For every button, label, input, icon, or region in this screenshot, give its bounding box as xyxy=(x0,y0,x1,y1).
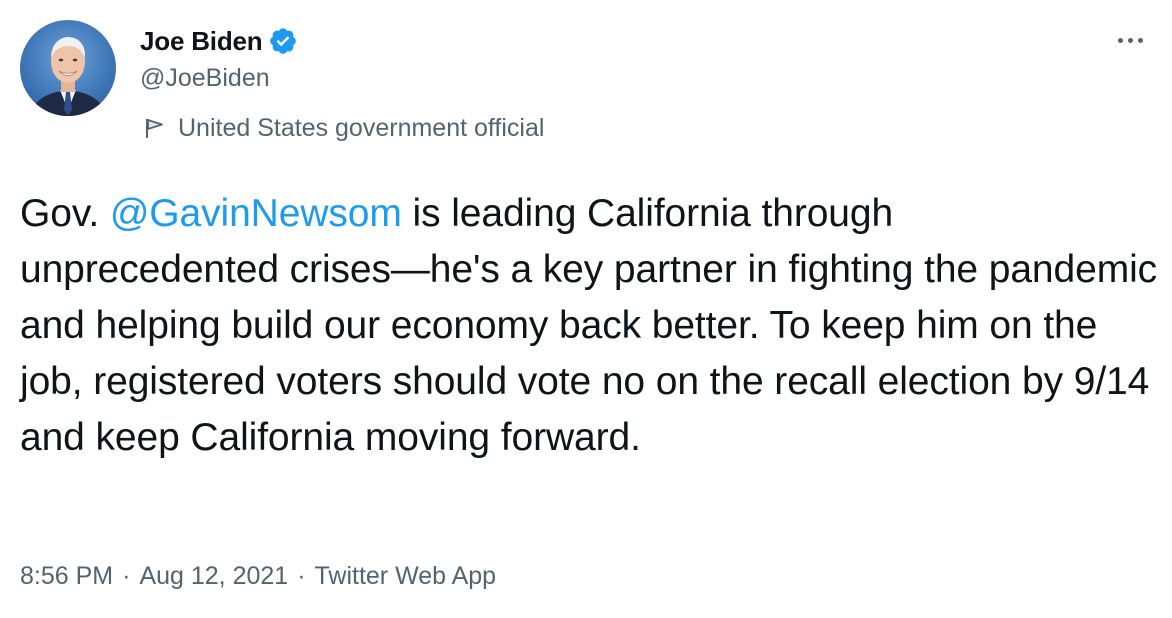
author-handle[interactable]: @JoeBiden xyxy=(140,64,270,93)
account-label-text: United States government official xyxy=(178,113,545,142)
account-label: United States government official xyxy=(144,112,544,144)
tweet-text: Gov. @GavinNewsom is leading California … xyxy=(20,186,1160,466)
avatar-portrait xyxy=(30,37,106,116)
more-options-icon[interactable] xyxy=(1110,28,1150,52)
tweet-date[interactable]: Aug 12, 2021 xyxy=(139,562,288,591)
avatar[interactable] xyxy=(20,20,116,116)
author-name-row: Joe Biden xyxy=(140,24,298,58)
mention-link[interactable]: @GavinNewsom xyxy=(110,192,402,235)
tweet-source[interactable]: Twitter Web App xyxy=(315,562,497,591)
tweet-metadata: 8:56 PM · Aug 12, 2021 · Twitter Web App xyxy=(20,558,496,594)
flag-icon xyxy=(144,117,166,139)
meta-separator: · xyxy=(297,561,306,590)
tweet-card: Joe Biden @JoeBiden United States govern… xyxy=(0,0,1172,618)
meta-separator: · xyxy=(122,561,131,590)
tweet-text-prefix: Gov. xyxy=(20,192,110,235)
tweet-time[interactable]: 8:56 PM xyxy=(20,562,113,591)
author-display-name[interactable]: Joe Biden xyxy=(140,26,263,57)
verified-badge-icon xyxy=(268,26,298,56)
